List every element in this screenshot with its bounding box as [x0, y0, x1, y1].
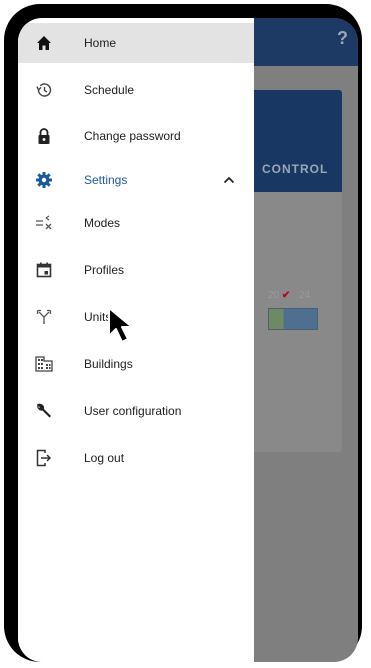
- temperature-scale: 20 ✔ 24: [268, 290, 310, 301]
- phone-frame: ? CONTROL 20 ✔ 24 Home Schedule Change p…: [4, 4, 362, 662]
- wrench-icon: [34, 401, 54, 421]
- building-icon: [34, 354, 54, 374]
- menu-item-label: Profiles: [84, 263, 125, 277]
- menu-item-label: Log out: [84, 451, 125, 465]
- menu-item-settings[interactable]: Settings: [18, 160, 254, 200]
- menu-item-buildings[interactable]: Buildings: [18, 344, 254, 384]
- menu-item-label: Home: [84, 36, 117, 50]
- menu-item-home[interactable]: Home: [18, 23, 254, 63]
- screen: ? CONTROL 20 ✔ 24 Home Schedule Change p…: [18, 18, 358, 662]
- mouse-pointer-icon: [108, 307, 133, 343]
- setpoint-marker-icon: ✔: [281, 290, 291, 301]
- menu-item-label: User configuration: [84, 404, 182, 418]
- control-label: CONTROL: [262, 162, 329, 176]
- split-arrows-icon: [34, 307, 54, 327]
- scale-low-label: 20: [268, 290, 280, 301]
- menu-item-label: Settings: [84, 173, 128, 187]
- calendar-icon: [34, 260, 54, 280]
- menu-item-modes[interactable]: Modes: [18, 203, 254, 243]
- menu-item-user-configuration[interactable]: User configuration: [18, 391, 254, 431]
- logout-icon: [34, 448, 54, 468]
- home-icon: [34, 33, 54, 53]
- menu-item-label: Change password: [84, 129, 181, 143]
- menu-item-log-out[interactable]: Log out: [18, 438, 254, 478]
- help-button[interactable]: ?: [337, 28, 348, 49]
- modes-icon: [34, 213, 54, 233]
- menu-item-profiles[interactable]: Profiles: [18, 250, 254, 290]
- history-icon: [34, 80, 54, 100]
- chevron-up-icon[interactable]: [222, 173, 236, 187]
- temperature-bar: [268, 308, 318, 330]
- menu-item-label: Modes: [84, 216, 121, 230]
- menu-item-label: Buildings: [84, 357, 133, 371]
- menu-item-label: Schedule: [84, 83, 135, 97]
- scale-high-label: 24: [299, 290, 311, 301]
- gear-icon: [34, 170, 54, 190]
- menu-item-change-password[interactable]: Change password: [18, 116, 254, 156]
- menu-item-schedule[interactable]: Schedule: [18, 70, 254, 110]
- lock-icon: [34, 126, 54, 146]
